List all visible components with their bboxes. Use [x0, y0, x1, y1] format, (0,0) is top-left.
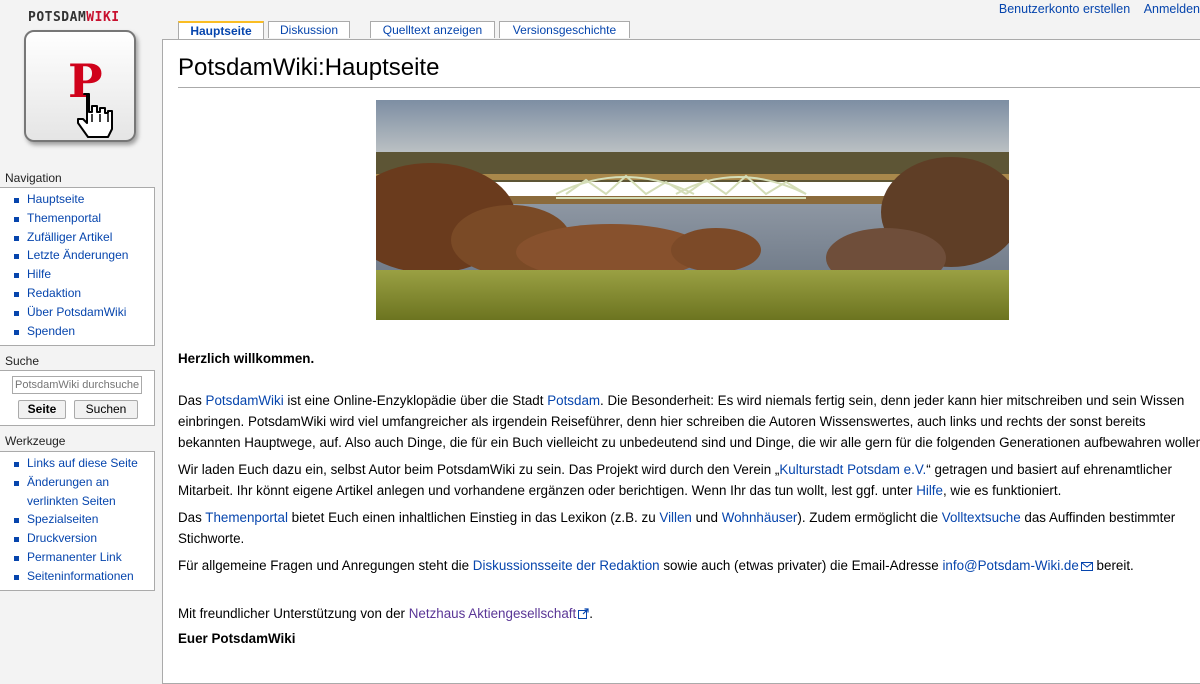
volltextsuche-link[interactable]: Volltextsuche [942, 510, 1021, 525]
tools-heading: Werkzeuge [5, 434, 66, 448]
tools-item-print[interactable]: Druckversion [13, 529, 154, 548]
text: Das [178, 510, 206, 525]
email-link[interactable]: info@Potsdam-Wiki.de [942, 558, 1078, 573]
nav-item-hauptseite[interactable]: Hauptseite [13, 190, 154, 209]
tools-item-permalink[interactable]: Permanenter Link [13, 548, 154, 567]
search-input[interactable] [12, 376, 142, 394]
themenportal-link[interactable]: Themenportal [205, 510, 288, 525]
support-paragraph: Mit freundlicher Unterstützung von der N… [178, 603, 1200, 624]
potsdam-link[interactable]: Potsdam [547, 393, 600, 408]
page-title: PotsdamWiki:Hauptseite [178, 54, 440, 81]
search-fulltext-button[interactable]: Suchen [74, 400, 138, 419]
text: , wie es funktioniert. [942, 483, 1062, 498]
hand-cursor-icon [77, 93, 113, 138]
nav-item-spenden[interactable]: Spenden [13, 322, 154, 341]
logo-wordmark-part2: WIKI [86, 10, 120, 25]
redaktion-discussion-link[interactable]: Diskussionsseite der Redaktion [473, 558, 660, 573]
hilfe-link[interactable]: Hilfe [916, 483, 943, 498]
text: Wir laden Euch dazu ein, selbst Autor be… [178, 462, 780, 477]
login-link[interactable]: Anmelden [1144, 2, 1200, 16]
tab-diskussion[interactable]: Diskussion [268, 21, 350, 38]
create-account-link[interactable]: Benutzerkonto erstellen [999, 2, 1130, 16]
navigation-portlet: Hauptseite Themenportal Zufälliger Artik… [0, 187, 155, 346]
text: bietet Euch einen inhaltlichen Einstieg … [287, 510, 660, 525]
nav-item-recent-changes[interactable]: Letzte Änderungen [13, 246, 154, 265]
nav-item-redaktion[interactable]: Redaktion [13, 284, 154, 303]
article-body: Herzlich willkommen. Das PotsdamWiki ist… [178, 348, 1200, 649]
search-go-button[interactable]: Seite [18, 400, 66, 419]
search-portlet: Seite Suchen [0, 370, 155, 426]
logo-wordmark-part1: POTSDAM [28, 10, 87, 25]
text: ist eine Online-Enzyklopädie über die St… [283, 393, 548, 408]
text: Das [178, 393, 206, 408]
tab-hauptseite[interactable]: Hauptseite [178, 21, 264, 40]
potsdamwiki-link[interactable]: PotsdamWiki [206, 393, 284, 408]
search-heading: Suche [5, 354, 40, 368]
tools-item-special-pages[interactable]: Spezialseiten [13, 510, 154, 529]
text: . [589, 606, 593, 621]
tools-item-related-changes[interactable]: Änderungen an verlinkten Seiten [13, 473, 142, 511]
site-logo[interactable]: POTSDAMWIKI P [0, 0, 162, 165]
contact-paragraph: Für allgemeine Fragen und Anregungen ste… [178, 555, 1200, 576]
tab-versionsgeschichte[interactable]: Versionsgeschichte [499, 21, 630, 38]
text: Mit freundlicher Unterstützung von der [178, 606, 409, 621]
signature: Euer PotsdamWiki [178, 631, 296, 646]
navigation-heading: Navigation [5, 171, 62, 185]
text: bereit. [1092, 558, 1134, 573]
tools-portlet: Links auf diese Seite Änderungen an verl… [0, 451, 155, 591]
welcome-heading: Herzlich willkommen. [178, 351, 315, 366]
kulturstadt-link[interactable]: Kulturstadt Potsdam e.V. [779, 462, 926, 477]
logo-tile: P [24, 30, 136, 142]
netzhaus-external-link[interactable]: Netzhaus Aktiengesellschaft [409, 606, 576, 621]
wohnhaeuser-link[interactable]: Wohnhäuser [722, 510, 798, 525]
text: sowie auch (etwas privater) die Email-Ad… [659, 558, 943, 573]
nav-item-hilfe[interactable]: Hilfe [13, 265, 154, 284]
nav-item-themenportal[interactable]: Themenportal [13, 209, 154, 228]
authors-paragraph: Wir laden Euch dazu ein, selbst Autor be… [178, 459, 1200, 501]
text: Für allgemeine Fragen und Anregungen ste… [178, 558, 473, 573]
title-divider [178, 87, 1200, 88]
hero-image-glienicke-bridge [376, 100, 1009, 320]
portal-paragraph: Das Themenportal bietet Euch einen inhal… [178, 507, 1200, 549]
external-link-icon [578, 608, 589, 619]
villen-link[interactable]: Villen [659, 510, 692, 525]
mail-icon [1080, 562, 1093, 571]
tools-item-whatlinkshere[interactable]: Links auf diese Seite [13, 454, 154, 473]
nav-item-about[interactable]: Über PotsdamWiki [13, 303, 154, 322]
text: ). Zudem ermöglicht die [797, 510, 942, 525]
tab-quelltext[interactable]: Quelltext anzeigen [370, 21, 495, 38]
text: und [691, 510, 722, 525]
intro-paragraph: Das PotsdamWiki ist eine Online-Enzyklop… [178, 390, 1200, 453]
personal-links: Benutzerkonto erstellen Anmelden [989, 2, 1200, 16]
logo-wordmark: POTSDAMWIKI [28, 10, 120, 25]
content-area: PotsdamWiki:Hauptseite Herzlich willkomm… [162, 39, 1200, 684]
nav-item-random-article[interactable]: Zufälliger Artikel [13, 228, 154, 247]
tools-item-page-info[interactable]: Seiteninformationen [13, 567, 154, 586]
